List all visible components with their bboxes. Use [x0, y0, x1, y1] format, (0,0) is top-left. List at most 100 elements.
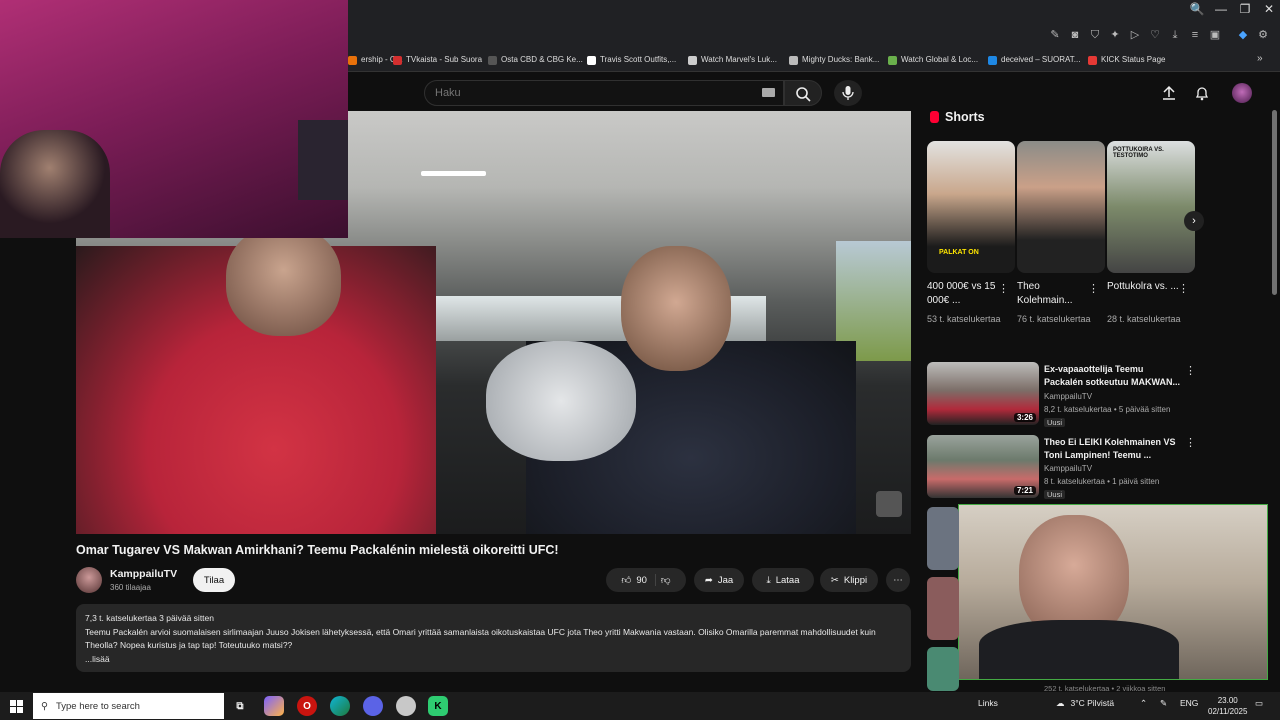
- short-thumb-1[interactable]: PALKAT ON: [927, 141, 1015, 273]
- bookmark-favicon-icon: [888, 55, 897, 65]
- streamer-person: [0, 130, 110, 238]
- related-thumb-5[interactable]: [927, 647, 959, 691]
- bookmark-item[interactable]: TVkaista - Sub Suora: [393, 52, 482, 68]
- search-tabs-icon[interactable]: 🔍: [1185, 0, 1209, 20]
- shield-icon[interactable]: ⛉: [1088, 28, 1102, 42]
- pen-icon[interactable]: ✎: [1160, 698, 1167, 709]
- settings-icon[interactable]: ⚙: [1256, 28, 1270, 42]
- short-title-2[interactable]: Theo Kolehmain...: [1017, 280, 1091, 308]
- download-arrow-icon: ⤓: [766, 574, 771, 586]
- more-actions-button[interactable]: ⋯: [886, 568, 910, 592]
- discord-app-icon[interactable]: [363, 696, 383, 716]
- bookmark-label: Watch Marvel's Luk...: [701, 55, 777, 64]
- windows-start-icon[interactable]: [10, 700, 23, 718]
- language-indicator[interactable]: ENG: [1180, 698, 1198, 708]
- short-title-1[interactable]: 400 000€ vs 15 000€ ...: [927, 280, 1001, 308]
- like-dislike-group: 👍︎ 90 👎︎: [606, 568, 686, 592]
- short-title-3[interactable]: Pottukolra vs. ...: [1107, 280, 1181, 294]
- tray-chevron-icon[interactable]: ⌃: [1140, 698, 1147, 709]
- thumbs-up-icon: 👍︎: [621, 575, 632, 586]
- copilot-app-icon[interactable]: [264, 696, 284, 716]
- download-button[interactable]: ⤓ Lataa: [752, 568, 814, 592]
- short-views-1: 53 t. katselukertaa: [927, 314, 1001, 324]
- related-menu-icon-1[interactable]: ⋮: [1185, 364, 1196, 377]
- notifications-bell-icon[interactable]: [1194, 85, 1210, 106]
- weather-widget[interactable]: ☁ 3°C Pilvistä: [1056, 698, 1114, 709]
- description-more-link[interactable]: ...lisää: [85, 653, 902, 667]
- minimize-button[interactable]: —: [1209, 0, 1233, 20]
- related-menu-icon-2[interactable]: ⋮: [1185, 436, 1196, 449]
- bookmark-favicon-icon: [348, 55, 357, 65]
- play-icon[interactable]: ▷: [1128, 28, 1142, 42]
- notification-center-icon[interactable]: ▭: [1255, 698, 1263, 709]
- opera-app-icon[interactable]: O: [297, 696, 317, 716]
- heart-icon[interactable]: ♡: [1148, 28, 1162, 42]
- search-button[interactable]: [784, 80, 822, 106]
- shorts-next-button[interactable]: ›: [1184, 211, 1204, 231]
- bookmark-favicon-icon: [488, 55, 497, 65]
- channel-avatar[interactable]: [76, 567, 102, 593]
- restore-button[interactable]: ❐: [1233, 0, 1257, 20]
- bookmarks-overflow-icon[interactable]: »: [1257, 53, 1263, 64]
- task-view-icon[interactable]: ⧉: [230, 696, 250, 716]
- related-new-badge-2: Uusi: [1044, 490, 1066, 499]
- short-thumb-2[interactable]: [1017, 141, 1105, 273]
- short-menu-icon-2[interactable]: ⋮: [1088, 282, 1099, 295]
- shorts-heading-label: Shorts: [945, 110, 985, 124]
- like-button[interactable]: 👍︎ 90: [621, 574, 656, 586]
- bookmark-item[interactable]: deceived – SUORAT...: [988, 52, 1080, 68]
- related-thumb-1[interactable]: 3:26: [927, 362, 1039, 425]
- download-icon[interactable]: ⤓: [1168, 28, 1182, 42]
- related-meta-2: 8 t. katselukertaa • 1 päivä sitten: [1044, 477, 1160, 486]
- related-thumb-4[interactable]: [927, 577, 959, 640]
- upload-icon[interactable]: [1161, 85, 1177, 106]
- page-scrollbar[interactable]: [1272, 110, 1277, 295]
- short-views-2: 76 t. katselukertaa: [1017, 314, 1091, 324]
- description-box[interactable]: 7,3 t. katselukertaa 3 päivää sitten Tee…: [76, 604, 911, 672]
- related-channel-1[interactable]: KamppailuTV: [1044, 392, 1092, 401]
- close-button[interactable]: ✕: [1257, 0, 1280, 20]
- links-toolbar[interactable]: Links: [978, 698, 998, 708]
- taskbar-search-box[interactable]: ⚲ Type here to search: [33, 693, 224, 719]
- bookmark-item[interactable]: Mighty Ducks: Bank...: [789, 52, 879, 68]
- related-meta-1: 8,2 t. katselukertaa • 5 päivää sitten: [1044, 405, 1171, 414]
- extension-icon[interactable]: ✦: [1108, 28, 1122, 42]
- camera-icon[interactable]: ◙: [1068, 28, 1082, 42]
- short-thumb-3[interactable]: POTTUKOIRA VS. TESTOTIMO: [1107, 141, 1195, 273]
- bookmark-item[interactable]: KICK Status Page: [1088, 52, 1165, 68]
- bookmark-item[interactable]: Watch Global & Loc...: [888, 52, 978, 68]
- search-input[interactable]: [425, 81, 725, 105]
- wallet-icon[interactable]: ▣: [1208, 28, 1222, 42]
- related-thumb-2[interactable]: 7:21: [927, 435, 1039, 498]
- clock-time: 23.00: [1217, 696, 1238, 705]
- related-title-1[interactable]: Ex-vapaaottelija Teemu Packalén sotkeutu…: [1044, 363, 1182, 388]
- user-avatar[interactable]: [1232, 83, 1252, 103]
- bookmark-item[interactable]: Watch Marvel's Luk...: [688, 52, 777, 68]
- taskbar-clock[interactable]: 23.00 02/11/2025: [1208, 695, 1247, 717]
- bookmark-item[interactable]: Travis Scott Outfits,...: [587, 52, 676, 68]
- related-title-2[interactable]: Theo Ei LEIKI Kolehmainen VS Toni Lampin…: [1044, 436, 1182, 461]
- short-menu-icon-3[interactable]: ⋮: [1178, 282, 1189, 295]
- search-icon: [796, 87, 811, 102]
- bookmark-item[interactable]: Osta CBD & CBG Ke...: [488, 52, 583, 68]
- menu-icon[interactable]: ≡: [1188, 28, 1202, 42]
- dislike-button[interactable]: 👎︎: [661, 574, 671, 586]
- search-box[interactable]: [424, 80, 784, 106]
- subscribe-button[interactable]: Tilaa: [193, 568, 235, 592]
- channel-name[interactable]: KamppailuTV: [110, 568, 177, 580]
- related-thumb-3[interactable]: [927, 507, 959, 570]
- related-channel-2[interactable]: KamppailuTV: [1044, 464, 1092, 473]
- clip-button[interactable]: ✂ Klippi: [820, 568, 878, 592]
- voice-search-button[interactable]: [834, 80, 862, 106]
- twitch-ext-icon[interactable]: ◆: [1236, 28, 1250, 42]
- more-dots-icon: ⋯: [893, 574, 903, 586]
- app-icon-generic[interactable]: [396, 696, 416, 716]
- edit-icon[interactable]: ✎: [1048, 28, 1062, 42]
- keyboard-icon[interactable]: [762, 88, 775, 97]
- share-button[interactable]: ➦ Jaa: [694, 568, 744, 592]
- kick-app-icon[interactable]: K: [428, 696, 448, 716]
- interior-light: [421, 171, 486, 176]
- short-menu-icon-1[interactable]: ⋮: [998, 282, 1009, 295]
- driver-head: [226, 226, 341, 336]
- edge-app-icon[interactable]: [330, 696, 350, 716]
